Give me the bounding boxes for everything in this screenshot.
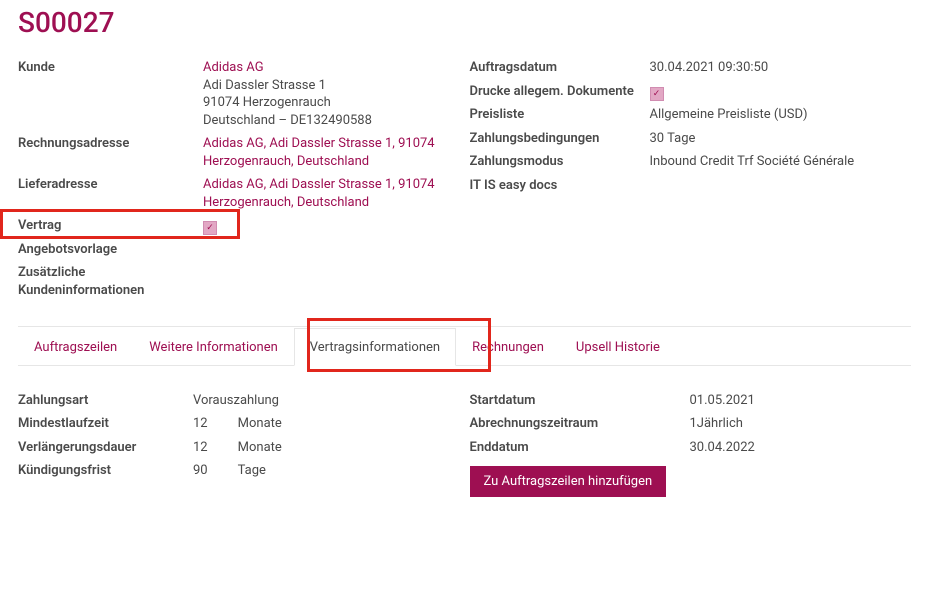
- label-angebotsvorlage: Angebotsvorlage: [18, 241, 203, 259]
- page-title: S00027: [18, 6, 911, 39]
- value-zahlungsart: Vorauszahlung: [193, 392, 460, 410]
- label-rechnungsadresse: Rechnungsadresse: [18, 135, 203, 170]
- value-startdatum: 01.05.2021: [690, 392, 912, 410]
- label-preisliste: Preisliste: [470, 106, 650, 124]
- value-itiseasy: [650, 177, 912, 195]
- add-to-order-lines-button[interactable]: Zu Auftragszeilen hinzufügen: [470, 466, 667, 497]
- vertrag-checkbox[interactable]: ✓: [203, 221, 217, 235]
- verlaengerung-unit: Monate: [238, 439, 282, 457]
- value-enddatum: 30.04.2022: [690, 439, 912, 457]
- value-rechnungsadresse[interactable]: Adidas AG, Adi Dassler Strasse 1, 91074 …: [203, 135, 460, 170]
- check-icon: ✓: [206, 222, 214, 234]
- tabs: Auftragszeilen Weitere Informationen Ver…: [18, 327, 911, 366]
- label-kuendigung: Kündigungsfrist: [18, 462, 193, 480]
- mindestlaufzeit-unit: Monate: [238, 415, 282, 433]
- verlaengerung-number: 12: [193, 439, 208, 457]
- tab-vertragsinformationen[interactable]: Vertragsinformationen: [294, 328, 456, 366]
- value-vertrag: ✓: [203, 217, 460, 235]
- label-verlaengerung: Verlängerungsdauer: [18, 439, 193, 457]
- value-kunde: Adidas AG Adi Dassler Strasse 1 91074 He…: [203, 59, 460, 129]
- label-zusatz: Zusätzliche Kundeninformationen: [18, 264, 203, 299]
- contract-left: Zahlungsart Vorauszahlung Mindestlaufzei…: [18, 390, 460, 502]
- kuendigung-number: 90: [193, 462, 208, 480]
- value-abrechnung: 1Jährlich: [690, 415, 912, 433]
- value-zusatz: [203, 264, 460, 299]
- value-lieferadresse[interactable]: Adidas AG, Adi Dassler Strasse 1, 91074 …: [203, 176, 460, 211]
- kunde-name-link[interactable]: Adidas AG: [203, 60, 264, 75]
- kuendigung-unit: Tage: [238, 462, 266, 480]
- tab-upsell-historie[interactable]: Upsell Historie: [560, 328, 676, 366]
- label-zahlungsmodus: Zahlungsmodus: [470, 153, 650, 171]
- label-abrechnung: Abrechnungszeitraum: [470, 415, 690, 433]
- label-zahlungsart: Zahlungsart: [18, 392, 193, 410]
- kunde-city: 91074 Herzogenrauch: [203, 95, 331, 110]
- label-vertrag: Vertrag: [18, 217, 203, 235]
- kunde-street: Adi Dassler Strasse 1: [203, 78, 326, 93]
- header-fields: Kunde Adidas AG Adi Dassler Strasse 1 91…: [18, 57, 911, 304]
- label-kunde: Kunde: [18, 59, 203, 129]
- value-drucke: ✓: [650, 83, 912, 101]
- value-kuendigung: 90 Tage: [193, 462, 460, 480]
- value-zahlungsmodus: Inbound Credit Trf Société Générale: [650, 153, 912, 171]
- label-mindestlaufzeit: Mindestlaufzeit: [18, 415, 193, 433]
- tab-rechnungen[interactable]: Rechnungen: [456, 328, 560, 366]
- tab-weitere-informationen[interactable]: Weitere Informationen: [133, 328, 294, 366]
- value-zahlungsbedingungen: 30 Tage: [650, 130, 912, 148]
- label-zahlungsbedingungen: Zahlungsbedingungen: [470, 130, 650, 148]
- value-angebotsvorlage: [203, 241, 460, 259]
- value-mindestlaufzeit: 12 Monate: [193, 415, 460, 433]
- left-column: Kunde Adidas AG Adi Dassler Strasse 1 91…: [18, 57, 460, 304]
- contract-panel: Zahlungsart Vorauszahlung Mindestlaufzei…: [18, 390, 911, 502]
- mindestlaufzeit-number: 12: [193, 415, 208, 433]
- label-drucke: Drucke allegem. Dokumente: [470, 83, 650, 101]
- kunde-country: Deutschland – DE132490588: [203, 113, 372, 128]
- label-lieferadresse: Lieferadresse: [18, 176, 203, 211]
- contract-right: Startdatum 01.05.2021 Abrechnungszeitrau…: [470, 390, 912, 502]
- label-enddatum: Enddatum: [470, 439, 690, 457]
- check-icon: ✓: [653, 88, 661, 100]
- value-verlaengerung: 12 Monate: [193, 439, 460, 457]
- right-column: Auftragsdatum 30.04.2021 09:30:50 Drucke…: [470, 57, 912, 304]
- value-auftragsdatum: 30.04.2021 09:30:50: [650, 59, 912, 77]
- tab-auftragszeilen[interactable]: Auftragszeilen: [18, 328, 133, 366]
- label-itiseasy: IT IS easy docs: [470, 177, 650, 195]
- label-auftragsdatum: Auftragsdatum: [470, 59, 650, 77]
- row-vertrag: Vertrag ✓: [18, 215, 460, 237]
- value-preisliste: Allgemeine Preisliste (USD): [650, 106, 912, 124]
- label-startdatum: Startdatum: [470, 392, 690, 410]
- drucke-checkbox[interactable]: ✓: [650, 87, 664, 101]
